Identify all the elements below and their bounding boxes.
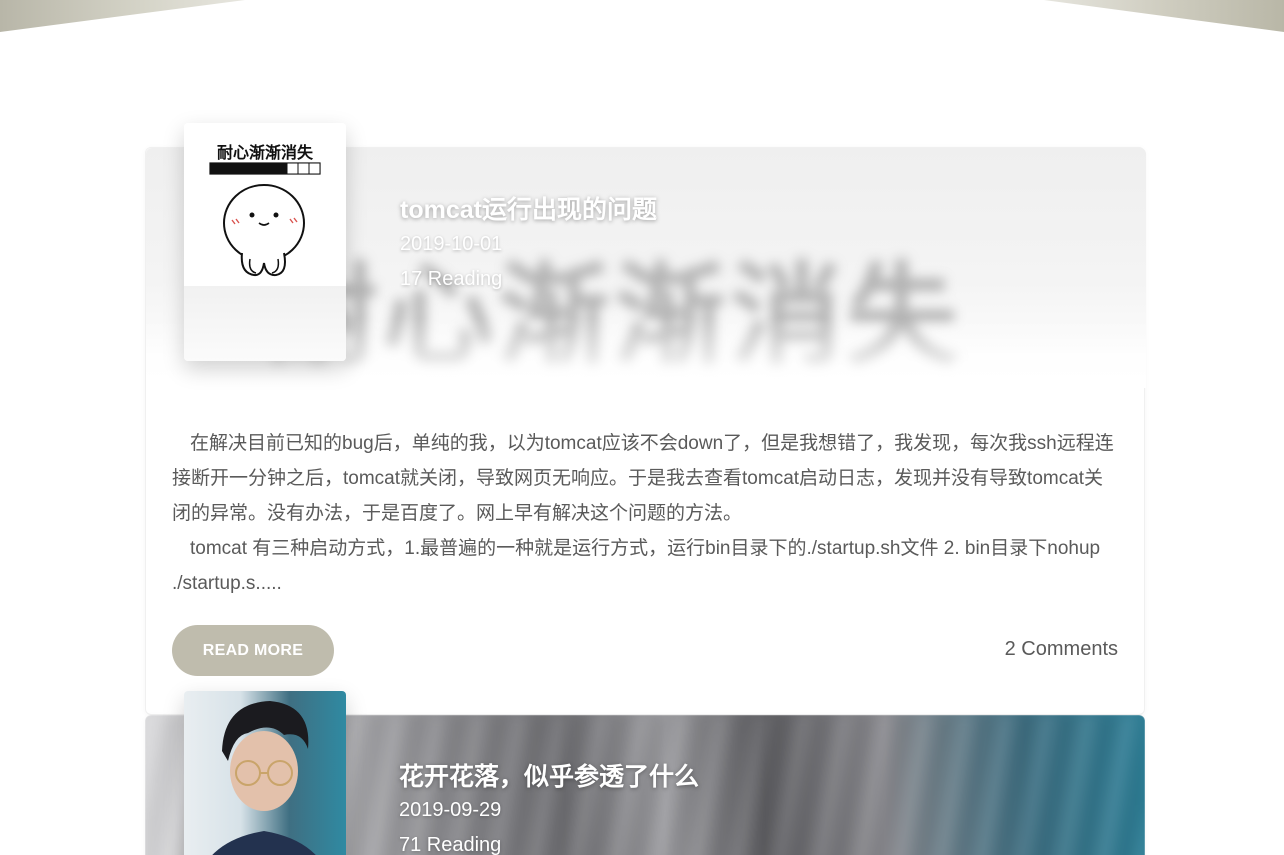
- post-title[interactable]: tomcat运行出现的问题: [400, 190, 657, 226]
- progress-cell: [286, 162, 299, 175]
- progress-cell: [231, 162, 244, 175]
- progress-cell: [220, 162, 233, 175]
- post-date: 2019-10-01: [400, 233, 503, 255]
- post-thumbnail[interactable]: [184, 691, 346, 855]
- progress-cell: [308, 162, 321, 175]
- post-title[interactable]: 花开花落，似乎参透了什么: [399, 757, 699, 793]
- post-reading-count: 71 Reading: [399, 834, 502, 855]
- excerpt-paragraph: tomcat 有三种启动方式，1.最普遍的一种就是运行方式，运行bin目录下的.…: [172, 538, 1101, 594]
- progress-cell: [297, 162, 310, 175]
- progress-cell: [209, 162, 222, 175]
- progress-cell: [264, 162, 277, 175]
- progress-cell: [242, 162, 255, 175]
- top-banner: [0, 0, 1284, 40]
- excerpt-paragraph: 在解决目前已知的bug后，单纯的我，以为tomcat应该不会down了，但是我想…: [172, 433, 1114, 524]
- post-thumbnail[interactable]: 耐心渐渐消失: [184, 123, 346, 361]
- meme-drawing: [209, 162, 321, 277]
- progress-cell: [275, 162, 288, 175]
- patience-progress-bar: [209, 162, 321, 175]
- patience-meme-icon: 耐心渐渐消失: [184, 123, 346, 286]
- post-reading-count: 17 Reading: [400, 268, 503, 290]
- banner-left-curve: [0, 0, 245, 32]
- comments-link[interactable]: 2 Comments: [1005, 638, 1118, 661]
- banner-right-curve: [1044, 0, 1284, 32]
- post-excerpt: 在解决目前已知的bug后，单纯的我，以为tomcat应该不会down了，但是我想…: [172, 426, 1122, 601]
- read-more-button[interactable]: READ MORE: [172, 625, 334, 676]
- portrait-photo-icon: [184, 691, 346, 855]
- post-date: 2019-09-29: [399, 799, 502, 821]
- progress-cell: [253, 162, 266, 175]
